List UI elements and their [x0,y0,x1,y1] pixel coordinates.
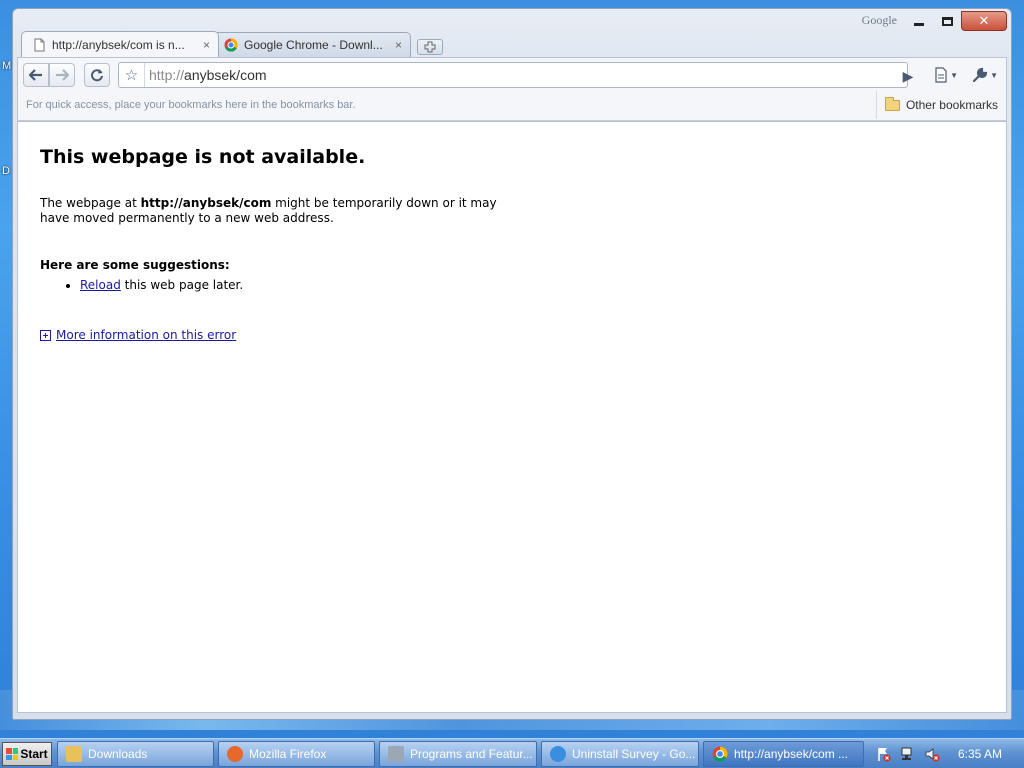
bookmarks-bar: For quick access, place your bookmarks h… [17,91,1007,121]
suggestions-list: Reload this web page later. [40,278,520,292]
back-button[interactable] [23,63,49,87]
page-icon [34,38,45,51]
tab-strip: http://anybsek/com is n... × Google Chro… [21,31,443,57]
desc-url: http://anybsek/com [140,196,272,210]
firefox-icon [227,746,243,762]
browser-toolbar: ☆ http://anybsek/com ▶ ▼ ▼ [17,57,1007,91]
chrome-icon [224,38,238,52]
tab-close-icon[interactable]: × [395,38,402,52]
desktop-icon-label[interactable]: M [2,60,11,72]
back-arrow-icon [29,69,42,81]
wrench-icon [972,67,988,83]
start-button[interactable]: Start [2,742,52,766]
chrome-icon [712,746,728,762]
suggestions-heading: Here are some suggestions: [40,258,230,272]
desktop-icon-label[interactable]: D [2,165,10,177]
error-message: This webpage is not available. The webpa… [40,146,520,342]
tab-chrome-download[interactable]: Google Chrome - Downl... × [213,32,411,57]
go-arrow-icon: ▶ [902,67,914,84]
taskbar-item-firefox[interactable]: Mozilla Firefox [218,741,375,767]
google-brand-label: Google [861,13,897,27]
reload-link[interactable]: Reload [80,278,121,292]
address-bar[interactable]: ☆ http://anybsek/com [118,62,908,88]
action-center-flag-icon[interactable] [876,746,892,762]
new-tab-button[interactable] [417,39,443,55]
forward-button[interactable] [49,63,75,87]
url-scheme: http:// [149,67,185,83]
taskbar-item-programs[interactable]: Programs and Featur... [379,741,537,767]
minimize-button[interactable] [905,11,933,31]
reload-icon [91,69,103,82]
windows-logo-icon [6,748,19,760]
maximize-icon [941,16,953,26]
volume-muted-icon[interactable] [924,746,940,762]
taskbar-item-uninstall-survey[interactable]: Uninstall Survey - Go... [541,741,699,767]
url-text[interactable]: http://anybsek/com [149,67,267,83]
error-heading: This webpage is not available. [40,146,366,168]
tools-menu-button[interactable]: ▼ [972,64,998,86]
more-info-toggle[interactable]: More information on this error [40,328,520,342]
tab-title: http://anybsek/com is n... [52,37,185,52]
chevron-down-icon: ▼ [990,70,998,80]
taskbar-item-label: Uninstall Survey - Go... [572,747,696,761]
desc-prefix: The webpage at [40,196,141,210]
minimize-icon [914,22,924,26]
taskbar-item-downloads[interactable]: Downloads [57,741,214,767]
chevron-down-icon: ▼ [950,70,958,80]
page-menu-button[interactable]: ▼ [934,64,958,86]
network-icon[interactable] [900,746,916,762]
reload-suffix: this web page later. [120,278,244,292]
plus-icon [424,41,436,53]
programs-icon [388,746,404,762]
folder-icon [884,96,900,111]
bookmarks-hint: For quick access, place your bookmarks h… [26,99,356,111]
close-button[interactable]: ✕ [961,11,1007,31]
url-host: anybsek/com [184,67,267,83]
tab-anybsek[interactable]: http://anybsek/com is n... × [21,31,219,57]
expand-plus-icon[interactable] [40,329,51,341]
tab-title: Google Chrome - Downl... [244,38,383,52]
page-menu-icon [935,67,947,83]
go-button[interactable]: ▶ [898,66,918,86]
more-info-link[interactable]: More information on this error [56,328,236,342]
chrome-window: Google ✕ http://anybsek/com is n... × Go… [12,8,1012,720]
star-icon: ☆ [124,67,139,84]
start-label: Start [20,747,48,761]
window-controls: ✕ [905,11,1007,31]
ie-icon [550,746,566,762]
close-icon: ✕ [978,13,990,28]
bookmark-star-button[interactable]: ☆ [119,63,145,87]
tab-close-icon[interactable]: × [203,38,210,52]
folder-icon [66,746,82,762]
taskbar-item-label: Programs and Featur... [410,747,533,761]
taskbar-item-label: Mozilla Firefox [249,747,327,761]
taskbar-item-label: Downloads [88,747,148,761]
reload-button[interactable] [84,63,110,87]
taskbar: Start Downloads Mozilla Firefox Programs… [0,738,1024,768]
error-description: The webpage at http://anybsek/com might … [40,196,520,226]
maximize-button[interactable] [933,11,961,31]
forward-arrow-icon [56,69,69,81]
system-tray: 6:35 AM [868,739,1024,768]
page-content: This webpage is not available. The webpa… [17,121,1007,713]
taskbar-item-chrome[interactable]: http://anybsek/com ... [703,741,864,767]
other-bookmarks-button[interactable]: Other bookmarks [875,91,1006,119]
taskbar-clock[interactable]: 6:35 AM [958,747,1002,761]
other-bookmarks-label: Other bookmarks [905,98,998,112]
suggestion-item: Reload this web page later. [80,278,520,292]
taskbar-item-label: http://anybsek/com ... [734,747,849,761]
